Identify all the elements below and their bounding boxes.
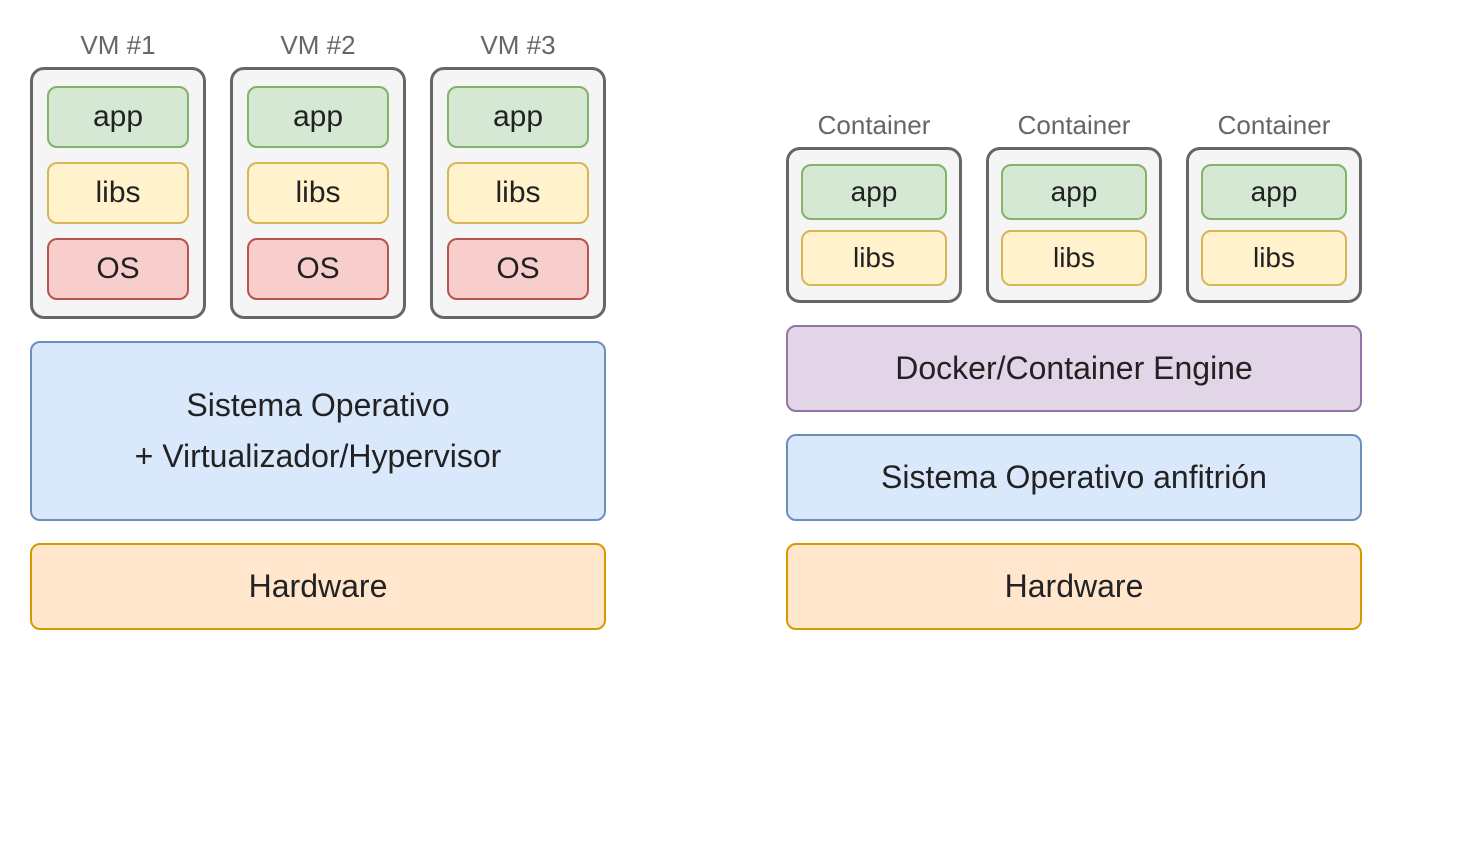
- container-1: Container app libs: [786, 110, 962, 303]
- os-box: OS: [247, 238, 389, 300]
- vm-row: VM #1 app libs OS VM #2 app libs OS VM #…: [30, 30, 606, 319]
- container-label: Container: [1218, 110, 1331, 141]
- app-box: app: [247, 86, 389, 148]
- container-box: app libs: [786, 147, 962, 303]
- app-box: app: [801, 164, 947, 220]
- hypervisor-layer: Sistema Operativo + Virtualizador/Hyperv…: [30, 341, 606, 521]
- vm-label: VM #3: [480, 30, 555, 61]
- host-os-layer: Sistema Operativo anfitrión: [786, 434, 1362, 521]
- libs-box: libs: [247, 162, 389, 224]
- os-box: OS: [47, 238, 189, 300]
- vm-label: VM #1: [80, 30, 155, 61]
- vm-2: VM #2 app libs OS: [230, 30, 406, 319]
- vm-label: VM #2: [280, 30, 355, 61]
- diagram-container: VM #1 app libs OS VM #2 app libs OS VM #…: [30, 30, 1445, 630]
- vm-3: VM #3 app libs OS: [430, 30, 606, 319]
- app-box: app: [47, 86, 189, 148]
- container-label: Container: [1018, 110, 1131, 141]
- container-label: Container: [818, 110, 931, 141]
- container-box: app libs: [986, 147, 1162, 303]
- os-box: OS: [447, 238, 589, 300]
- app-box: app: [447, 86, 589, 148]
- container-3: Container app libs: [1186, 110, 1362, 303]
- vm-1: VM #1 app libs OS: [30, 30, 206, 319]
- container-stack: Container app libs Container app libs Co…: [786, 110, 1362, 631]
- libs-box: libs: [1201, 230, 1347, 286]
- container-box: app libs: [1186, 147, 1362, 303]
- vm-box: app libs OS: [430, 67, 606, 319]
- libs-box: libs: [801, 230, 947, 286]
- hypervisor-line1: Sistema Operativo: [186, 380, 449, 431]
- vm-box: app libs OS: [30, 67, 206, 319]
- container-engine-layer: Docker/Container Engine: [786, 325, 1362, 412]
- libs-box: libs: [447, 162, 589, 224]
- app-box: app: [1201, 164, 1347, 220]
- container-2: Container app libs: [986, 110, 1162, 303]
- vm-box: app libs OS: [230, 67, 406, 319]
- hypervisor-line2: + Virtualizador/Hypervisor: [135, 431, 502, 482]
- container-row: Container app libs Container app libs Co…: [786, 110, 1362, 303]
- hardware-layer: Hardware: [30, 543, 606, 630]
- libs-box: libs: [47, 162, 189, 224]
- vm-stack: VM #1 app libs OS VM #2 app libs OS VM #…: [30, 30, 606, 630]
- hardware-layer: Hardware: [786, 543, 1362, 630]
- libs-box: libs: [1001, 230, 1147, 286]
- app-box: app: [1001, 164, 1147, 220]
